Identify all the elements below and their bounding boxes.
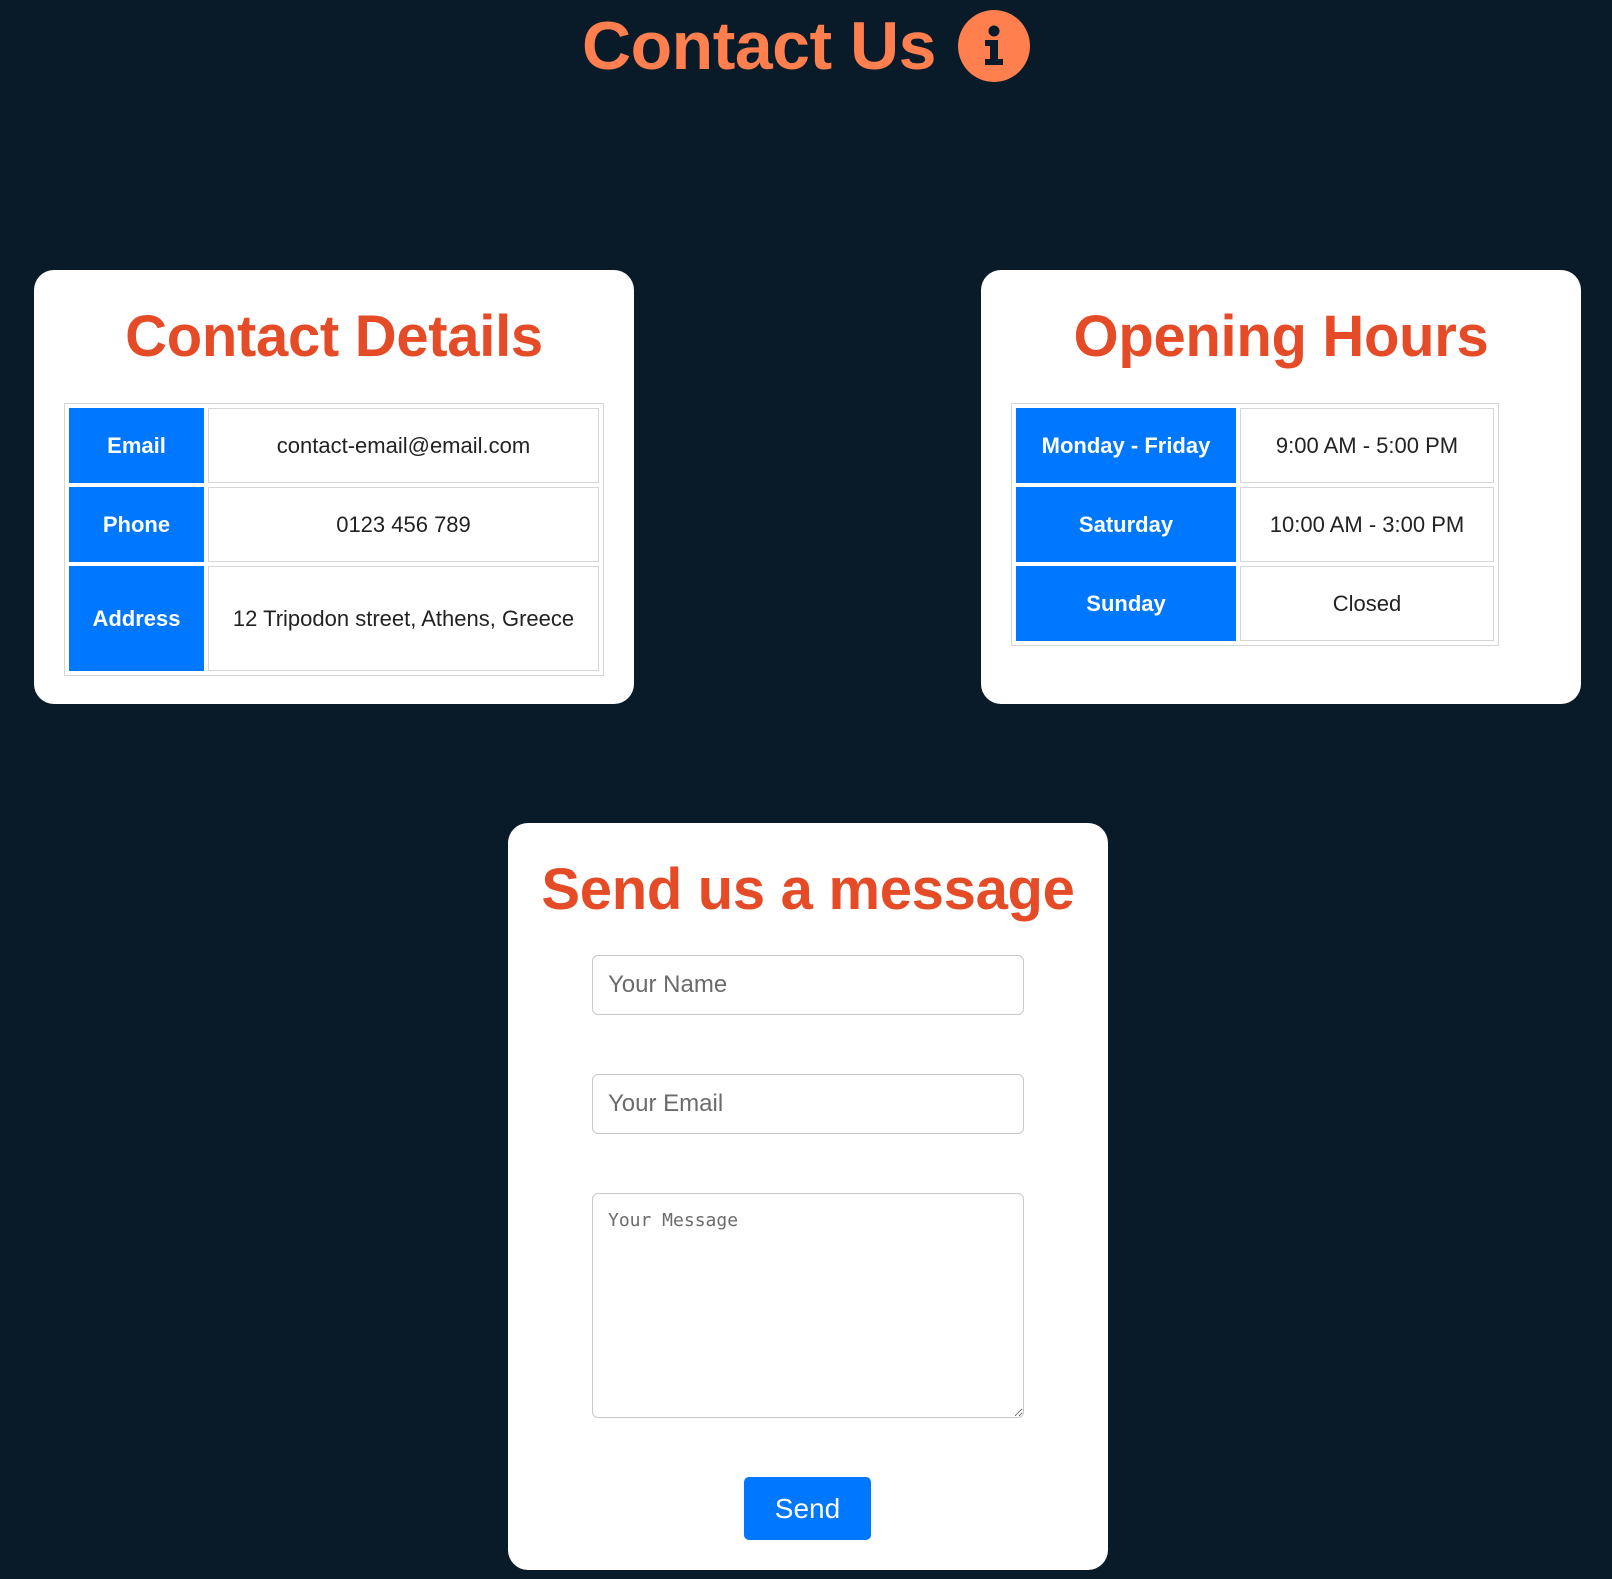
address-value: 12 Tripodon street, Athens, Greece	[208, 566, 599, 671]
weekday-hours: 9:00 AM - 5:00 PM	[1240, 408, 1494, 483]
contact-details-table: Email contact-email@email.com Phone 0123…	[64, 403, 604, 676]
contact-details-title: Contact Details	[125, 304, 543, 369]
send-button[interactable]: Send	[744, 1477, 871, 1540]
sunday-hours: Closed	[1240, 566, 1494, 641]
message-textarea[interactable]	[592, 1193, 1024, 1418]
message-form-title: Send us a message	[541, 857, 1075, 922]
opening-hours-card: Opening Hours Monday - Friday 9:00 AM - …	[981, 270, 1581, 704]
saturday-hours: 10:00 AM - 3:00 PM	[1240, 487, 1494, 562]
table-row: Sunday Closed	[1016, 566, 1494, 641]
contact-details-card: Contact Details Email contact-email@emai…	[34, 270, 634, 704]
phone-label: Phone	[69, 487, 204, 562]
table-row: Saturday 10:00 AM - 3:00 PM	[1016, 487, 1494, 562]
email-input[interactable]	[592, 1074, 1024, 1134]
table-row: Address 12 Tripodon street, Athens, Gree…	[69, 566, 599, 671]
saturday-label: Saturday	[1016, 487, 1236, 562]
weekday-label: Monday - Friday	[1016, 408, 1236, 483]
page-title: Contact Us	[582, 8, 936, 84]
table-row: Phone 0123 456 789	[69, 487, 599, 562]
message-form-card: Send us a message Send	[508, 823, 1108, 1570]
opening-hours-table: Monday - Friday 9:00 AM - 5:00 PM Saturd…	[1011, 403, 1499, 646]
opening-hours-title: Opening Hours	[1073, 304, 1489, 369]
table-row: Monday - Friday 9:00 AM - 5:00 PM	[1016, 408, 1494, 483]
sunday-label: Sunday	[1016, 566, 1236, 641]
phone-value: 0123 456 789	[208, 487, 599, 562]
email-value: contact-email@email.com	[208, 408, 599, 483]
info-icon	[957, 10, 1030, 82]
address-label: Address	[69, 566, 204, 671]
email-label: Email	[69, 408, 204, 483]
name-input[interactable]	[592, 955, 1024, 1015]
page-header: Contact Us	[0, 6, 1612, 86]
table-row: Email contact-email@email.com	[69, 408, 599, 483]
